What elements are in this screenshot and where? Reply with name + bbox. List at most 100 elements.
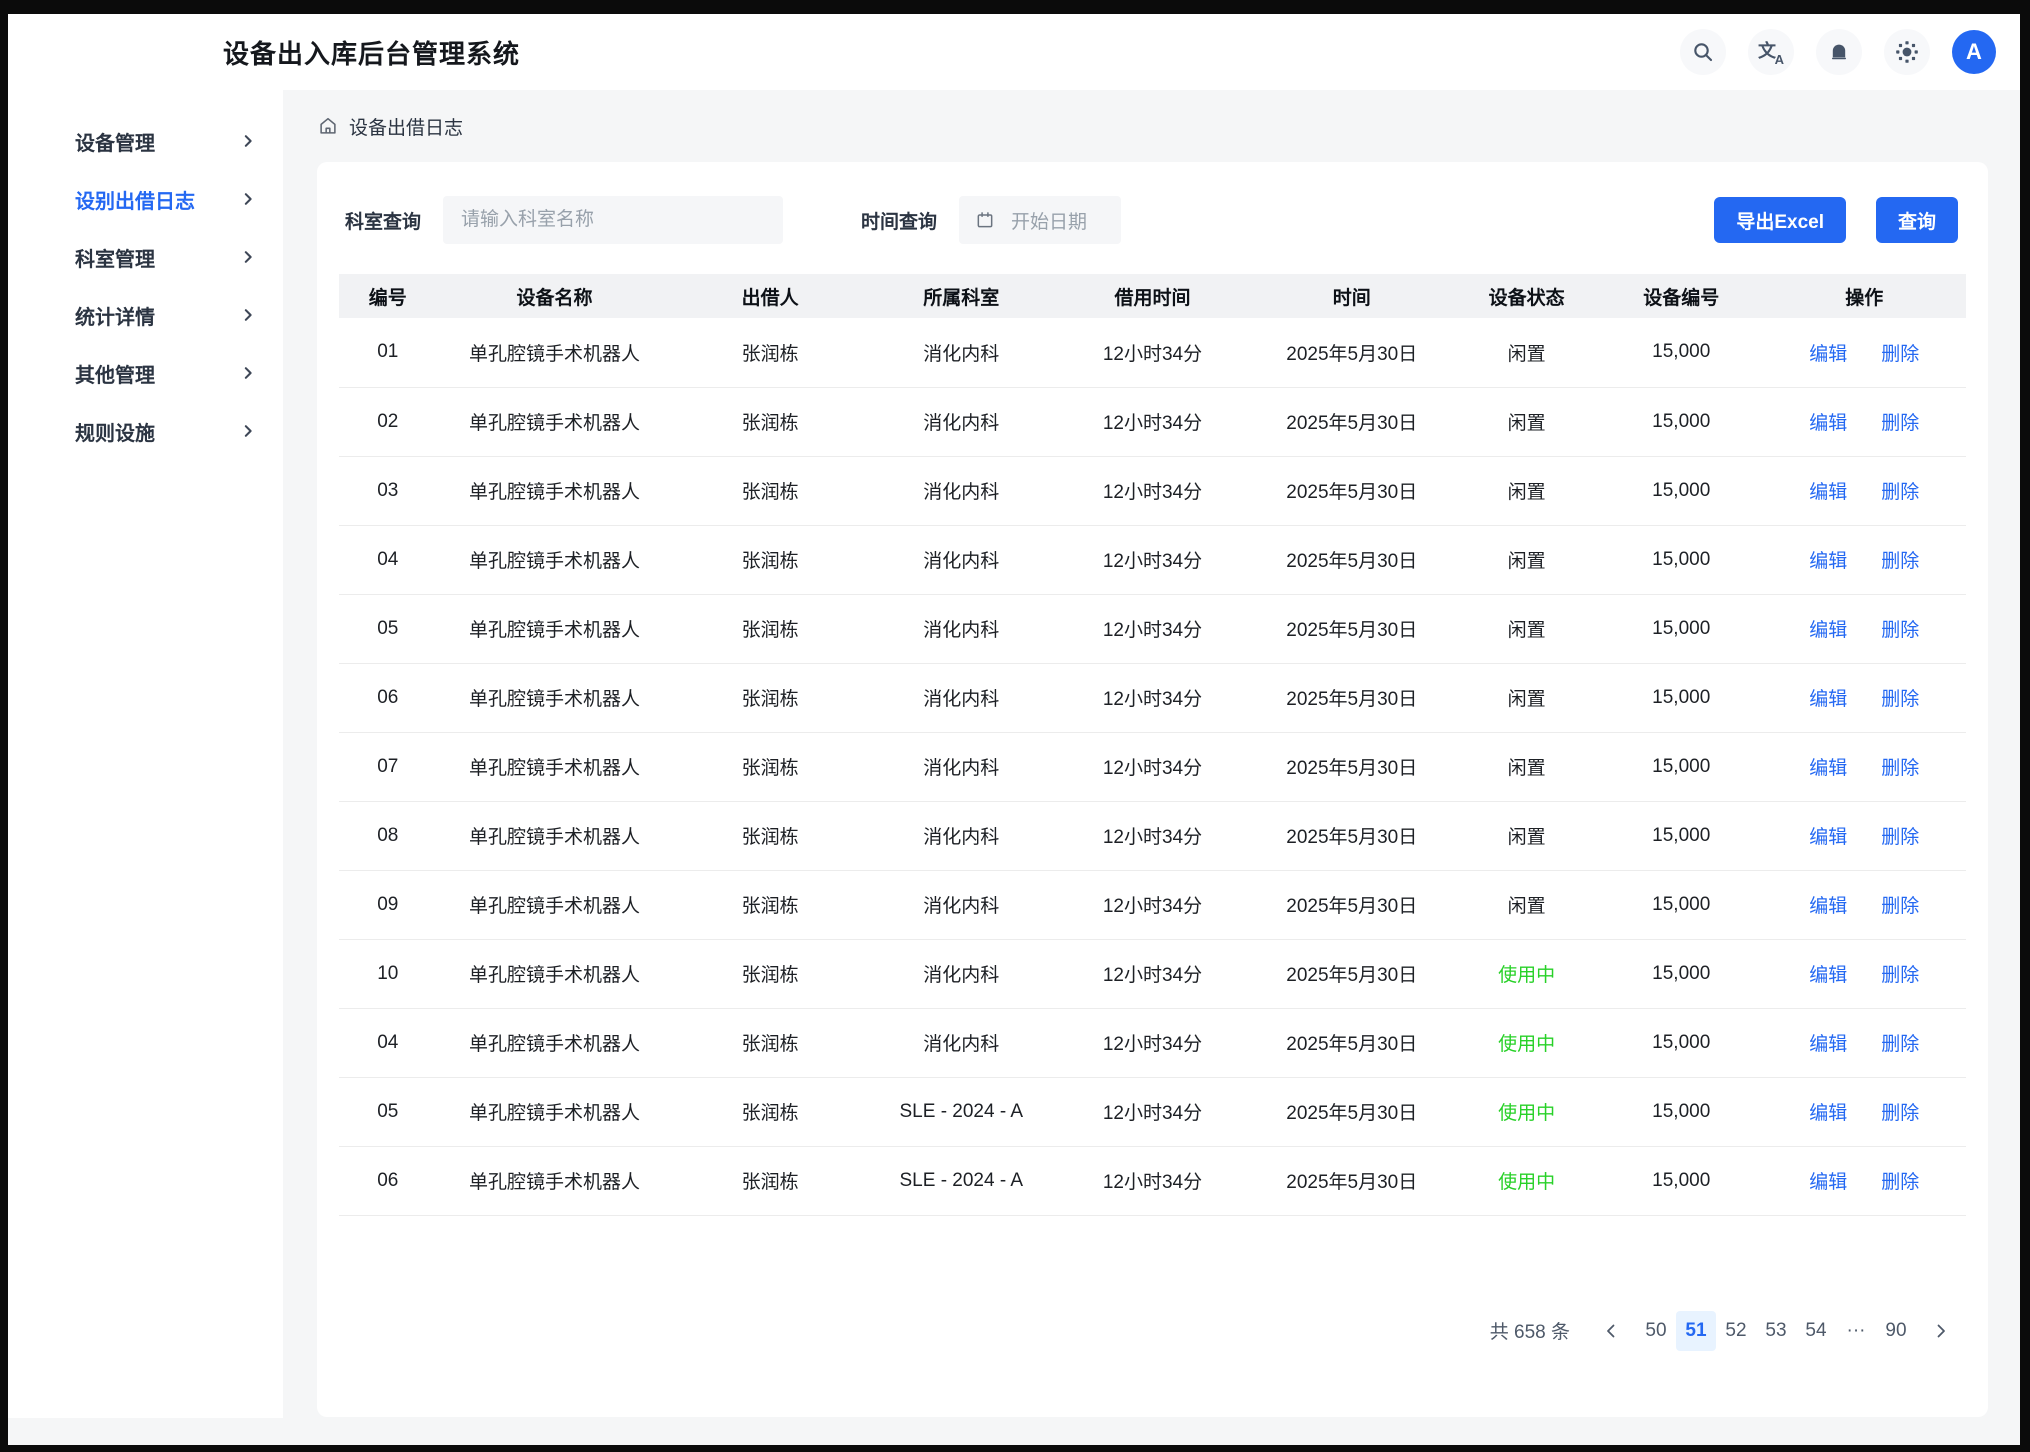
- sidebar-item-4[interactable]: 统计详情: [8, 286, 283, 344]
- content-card: 科室查询 时间查询: [317, 162, 1988, 1417]
- device-name: 单孔腔镜手术机器人: [437, 525, 673, 594]
- delete-link[interactable]: 删除: [1881, 689, 1919, 710]
- table-body: 01单孔腔镜手术机器人张润栋消化内科12小时34分2025年5月30日闲置15,…: [339, 318, 1966, 1215]
- sidebar-item-label: 设别出借日志: [75, 185, 195, 214]
- delete-link[interactable]: 删除: [1881, 551, 1919, 572]
- table-row: 01单孔腔镜手术机器人张润栋消化内科12小时34分2025年5月30日闲置15,…: [339, 318, 1966, 387]
- lender: 张润栋: [673, 732, 868, 801]
- department: 消化内科: [868, 732, 1055, 801]
- actions-cell: 编辑 删除: [1763, 1146, 1966, 1215]
- pagination: 共 658 条 5051525354···90: [339, 1311, 1966, 1351]
- delete-link[interactable]: 删除: [1881, 1103, 1919, 1124]
- start-date-picker[interactable]: 开始日期: [959, 196, 1121, 244]
- avatar[interactable]: A: [1952, 30, 1996, 74]
- pagination-ellipsis[interactable]: ···: [1836, 1311, 1876, 1351]
- lender: 张润栋: [673, 1146, 868, 1215]
- edit-link[interactable]: 编辑: [1809, 689, 1847, 710]
- delete-link[interactable]: 删除: [1881, 413, 1919, 434]
- sidebar-item-6[interactable]: 规则设施: [8, 402, 283, 460]
- query-button[interactable]: 查询: [1876, 197, 1958, 243]
- pagination-page-53[interactable]: 53: [1756, 1311, 1796, 1351]
- sidebar-item-label: 统计详情: [75, 301, 155, 330]
- borrow-date: 2025年5月30日: [1250, 939, 1453, 1008]
- pagination-next-button[interactable]: [1922, 1312, 1960, 1350]
- pagination-pages: 5051525354···90: [1636, 1311, 1916, 1351]
- pagination-page-50[interactable]: 50: [1636, 1311, 1676, 1351]
- table-row: 06单孔腔镜手术机器人张润栋消化内科12小时34分2025年5月30日闲置15,…: [339, 663, 1966, 732]
- device-name: 单孔腔镜手术机器人: [437, 318, 673, 387]
- sidebar-item-5[interactable]: 其他管理: [8, 344, 283, 402]
- sidebar-item-label: 规则设施: [75, 417, 155, 446]
- department: 消化内科: [868, 525, 1055, 594]
- lender: 张润栋: [673, 318, 868, 387]
- borrow-duration: 12小时34分: [1055, 939, 1250, 1008]
- dept-search-input[interactable]: [443, 196, 783, 244]
- export-excel-button[interactable]: 导出Excel: [1714, 197, 1846, 243]
- actions-cell: 编辑 删除: [1763, 801, 1966, 870]
- actions-cell: 编辑 删除: [1763, 594, 1966, 663]
- time-filter-group: 时间查询 开始日期: [861, 196, 1121, 244]
- device-code: 15,000: [1600, 456, 1763, 525]
- table-row: 07单孔腔镜手术机器人张润栋消化内科12小时34分2025年5月30日闲置15,…: [339, 732, 1966, 801]
- device-code: 15,000: [1600, 939, 1763, 1008]
- column-header: 操作: [1763, 274, 1966, 318]
- sidebar-item-2[interactable]: 设别出借日志: [8, 170, 283, 228]
- borrow-duration: 12小时34分: [1055, 594, 1250, 663]
- sidebar-item-label: 其他管理: [75, 359, 155, 388]
- delete-link[interactable]: 删除: [1881, 620, 1919, 641]
- breadcrumb[interactable]: 设备出借日志: [317, 90, 1988, 162]
- edit-link[interactable]: 编辑: [1809, 620, 1847, 641]
- department: SLE - 2024 - A: [868, 1146, 1055, 1215]
- actions-cell: 编辑 删除: [1763, 525, 1966, 594]
- edit-link[interactable]: 编辑: [1809, 965, 1847, 986]
- device-name: 单孔腔镜手术机器人: [437, 663, 673, 732]
- edit-link[interactable]: 编辑: [1809, 413, 1847, 434]
- chevron-right-icon: [241, 192, 255, 206]
- theme-button[interactable]: [1884, 29, 1930, 75]
- row-no: 02: [339, 387, 437, 456]
- status-badge: 使用中: [1453, 1077, 1599, 1146]
- table-row: 04单孔腔镜手术机器人张润栋消化内科12小时34分2025年5月30日使用中15…: [339, 1008, 1966, 1077]
- row-no: 03: [339, 456, 437, 525]
- column-header: 设备名称: [437, 274, 673, 318]
- device-code: 15,000: [1600, 1008, 1763, 1077]
- delete-link[interactable]: 删除: [1881, 1034, 1919, 1055]
- pagination-page-51[interactable]: 51: [1676, 1311, 1716, 1351]
- edit-link[interactable]: 编辑: [1809, 896, 1847, 917]
- delete-link[interactable]: 删除: [1881, 1172, 1919, 1193]
- pagination-page-52[interactable]: 52: [1716, 1311, 1756, 1351]
- delete-link[interactable]: 删除: [1881, 482, 1919, 503]
- row-no: 06: [339, 663, 437, 732]
- delete-link[interactable]: 删除: [1881, 896, 1919, 917]
- edit-link[interactable]: 编辑: [1809, 827, 1847, 848]
- device-name: 单孔腔镜手术机器人: [437, 939, 673, 1008]
- pagination-prev-button[interactable]: [1592, 1312, 1630, 1350]
- edit-link[interactable]: 编辑: [1809, 344, 1847, 365]
- borrow-duration: 12小时34分: [1055, 318, 1250, 387]
- delete-link[interactable]: 删除: [1881, 344, 1919, 365]
- pagination-page-90[interactable]: 90: [1876, 1311, 1916, 1351]
- search-button[interactable]: [1680, 29, 1726, 75]
- borrow-date: 2025年5月30日: [1250, 1146, 1453, 1215]
- borrow-duration: 12小时34分: [1055, 732, 1250, 801]
- delete-link[interactable]: 删除: [1881, 758, 1919, 779]
- edit-link[interactable]: 编辑: [1809, 1034, 1847, 1055]
- edit-link[interactable]: 编辑: [1809, 1172, 1847, 1193]
- edit-link[interactable]: 编辑: [1809, 1103, 1847, 1124]
- edit-link[interactable]: 编辑: [1809, 551, 1847, 572]
- delete-link[interactable]: 删除: [1881, 827, 1919, 848]
- sidebar-item-1[interactable]: 设备管理: [8, 112, 283, 170]
- edit-link[interactable]: 编辑: [1809, 758, 1847, 779]
- delete-link[interactable]: 删除: [1881, 965, 1919, 986]
- status-badge: 闲置: [1453, 525, 1599, 594]
- language-button[interactable]: 文A: [1748, 29, 1794, 75]
- pagination-page-54[interactable]: 54: [1796, 1311, 1836, 1351]
- status-badge: 闲置: [1453, 870, 1599, 939]
- borrow-date: 2025年5月30日: [1250, 663, 1453, 732]
- borrow-date: 2025年5月30日: [1250, 1077, 1453, 1146]
- borrow-duration: 12小时34分: [1055, 456, 1250, 525]
- borrow-duration: 12小时34分: [1055, 663, 1250, 732]
- notifications-button[interactable]: [1816, 29, 1862, 75]
- sidebar-item-3[interactable]: 科室管理: [8, 228, 283, 286]
- edit-link[interactable]: 编辑: [1809, 482, 1847, 503]
